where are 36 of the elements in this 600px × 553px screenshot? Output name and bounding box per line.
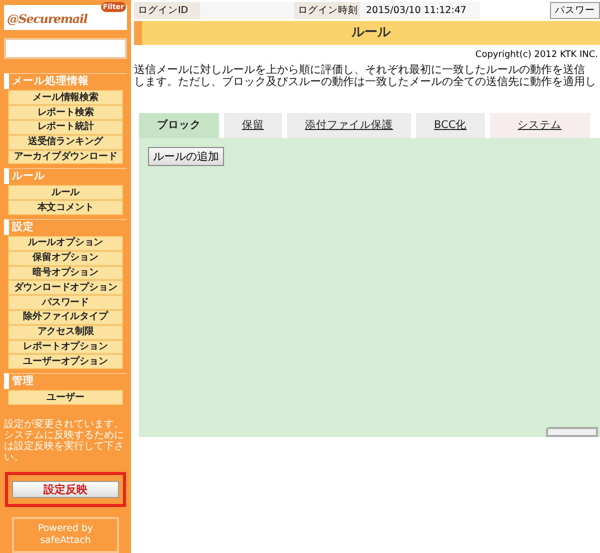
login-time-label: ログイン時刻 [294, 2, 360, 18]
page-title: ルール [134, 21, 600, 45]
add-rule-button[interactable]: ルールの追加 [148, 147, 224, 166]
nav-item[interactable]: パスワード [8, 295, 123, 310]
nav-item[interactable]: レポート検索 [8, 105, 123, 120]
logo-text: @Securemail [7, 12, 88, 26]
description-line: 送信メールに対しルールを上から順に評価し、それぞれ最初に一致したルールの動作を送信 [134, 64, 586, 76]
login-time-value: 2015/03/10 11:12:47 [360, 2, 480, 18]
nav-item[interactable]: アクセス制限 [8, 324, 123, 340]
tab[interactable]: 添付ファイル保護 [287, 113, 411, 138]
nav-item[interactable]: ルール [8, 185, 123, 200]
tab[interactable]: システム [490, 113, 590, 138]
nav-item[interactable]: メール情報検索 [8, 90, 123, 106]
scroll-handle-icon[interactable] [546, 427, 598, 437]
apply-button[interactable]: 設定反映 [12, 481, 119, 498]
nav-item[interactable]: ユーザー [8, 390, 123, 405]
nav-item[interactable]: レポート統計 [8, 120, 123, 135]
nav-item[interactable]: アーカイブダウンロード [8, 150, 123, 164]
nav-item[interactable]: 送受信ランキング [8, 134, 123, 150]
tab[interactable]: 保留 [224, 113, 282, 138]
search-field[interactable] [4, 38, 127, 60]
login-id-label: ログインID [134, 2, 200, 18]
nav-item[interactable]: レポートオプション [8, 340, 123, 354]
password-button[interactable]: パスワー [550, 2, 600, 18]
tab[interactable]: BCC化 [416, 113, 485, 138]
nav-item[interactable]: 暗号オプション [8, 266, 123, 280]
copyright-text: Copyright(c) 2012 KTK INC. [474, 50, 599, 60]
nav-item[interactable]: ユーザーオプション [8, 354, 123, 370]
notice-text: 設定が変更されています。システムに反映するためには設定反映を実行して下さい。 [4, 419, 125, 463]
tab[interactable]: ブロック [139, 113, 219, 138]
nav-item[interactable]: ルールオプション [8, 236, 123, 251]
nav-item[interactable]: 保留オプション [8, 250, 123, 266]
nav-item[interactable]: 除外ファイルタイプ [8, 310, 123, 325]
nav-item[interactable]: 本文コメント [8, 200, 123, 216]
nav-item[interactable]: ダウンロードオプション [8, 280, 123, 296]
description-line: します。ただし、ブロック及びスルーの動作は一致したメールの全ての送信先に動作を適用し [134, 76, 597, 88]
